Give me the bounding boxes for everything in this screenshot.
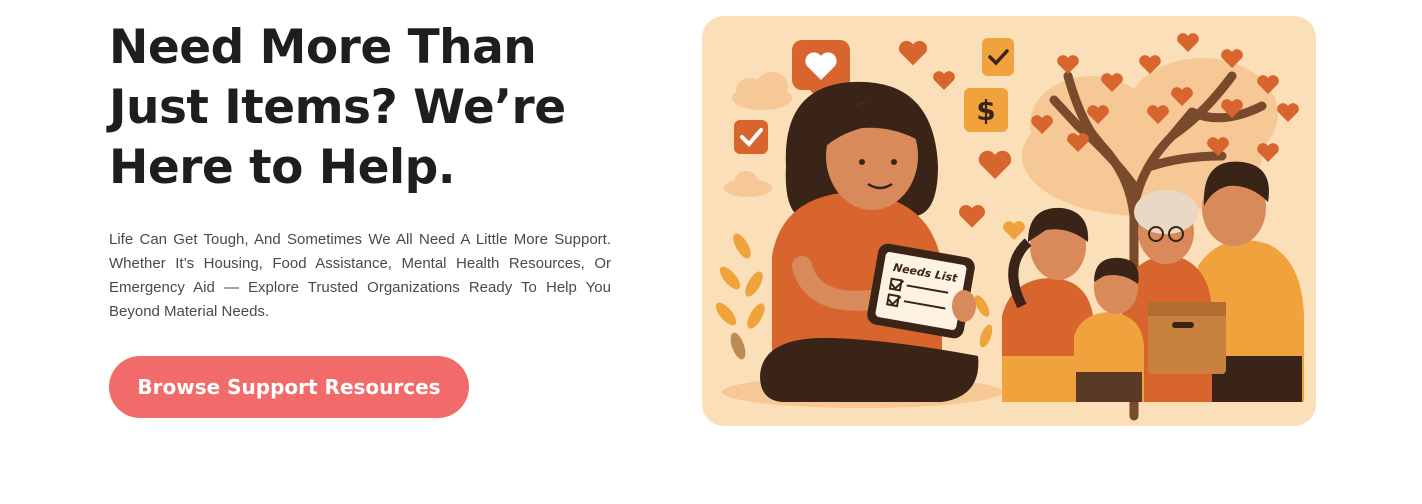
support-illustration: $ Needs List bbox=[702, 16, 1316, 426]
illustration-svg: $ Needs List bbox=[702, 16, 1316, 426]
hero-heading: Need More Than Just Items? We’re Here to… bbox=[109, 20, 566, 195]
hero-text-block: Need More Than Just Items? We’re Here to… bbox=[109, 18, 611, 324]
hero-description: Life Can Get Tough, And Sometimes We All… bbox=[109, 231, 611, 320]
browse-support-resources-button[interactable]: Browse Support Resources bbox=[109, 356, 469, 418]
svg-text:$: $ bbox=[976, 94, 995, 127]
dollar-icon: $ bbox=[964, 88, 1008, 132]
